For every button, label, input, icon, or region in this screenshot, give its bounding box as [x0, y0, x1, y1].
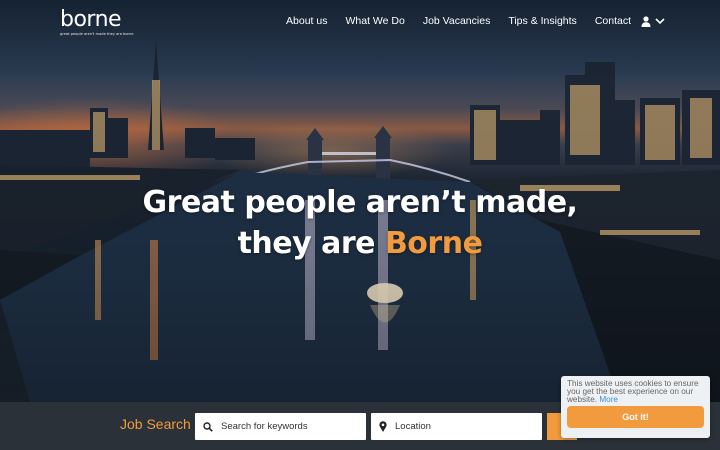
cookie-accept-button[interactable]: Got it! — [567, 406, 704, 428]
hero-headline: Great people aren’t made, they are Borne — [0, 182, 720, 264]
main-nav: About us What We Do Job Vacancies Tips &… — [268, 15, 666, 27]
nav-contact[interactable]: Contact — [595, 15, 631, 27]
nav-what-we-do[interactable]: What We Do — [345, 15, 404, 27]
chevron-down-icon — [655, 18, 665, 25]
keywords-field[interactable] — [195, 413, 366, 440]
logo-wordmark: borne — [60, 7, 122, 32]
headline-line-1: Great people aren’t made, — [142, 185, 578, 220]
logo-tagline: great people aren't made they are borne — [60, 32, 134, 36]
location-input[interactable] — [395, 421, 535, 432]
headline-accent-word: Borne — [384, 226, 483, 261]
job-search-title: Job Search — [120, 416, 191, 432]
search-icon — [203, 421, 213, 432]
cookie-message-block: This website uses cookies to ensure you … — [567, 379, 705, 404]
cookie-more-link[interactable]: More — [599, 395, 618, 404]
site-logo[interactable]: borne great people aren't made they are … — [60, 8, 133, 37]
headline-line-2-prefix: they are — [237, 226, 385, 261]
user-icon — [641, 15, 651, 27]
nav-about-us[interactable]: About us — [286, 15, 327, 27]
cookie-banner: This website uses cookies to ensure you … — [561, 376, 710, 438]
nav-tips-insights[interactable]: Tips & Insights — [508, 15, 576, 27]
account-menu[interactable] — [641, 15, 666, 27]
site-header: borne great people aren't made they are … — [0, 0, 720, 46]
keywords-input[interactable] — [221, 421, 361, 432]
location-field[interactable] — [371, 413, 542, 440]
map-pin-icon — [379, 421, 387, 432]
nav-job-vacancies[interactable]: Job Vacancies — [423, 15, 491, 27]
cookie-message: This website uses cookies to ensure you … — [567, 379, 699, 404]
